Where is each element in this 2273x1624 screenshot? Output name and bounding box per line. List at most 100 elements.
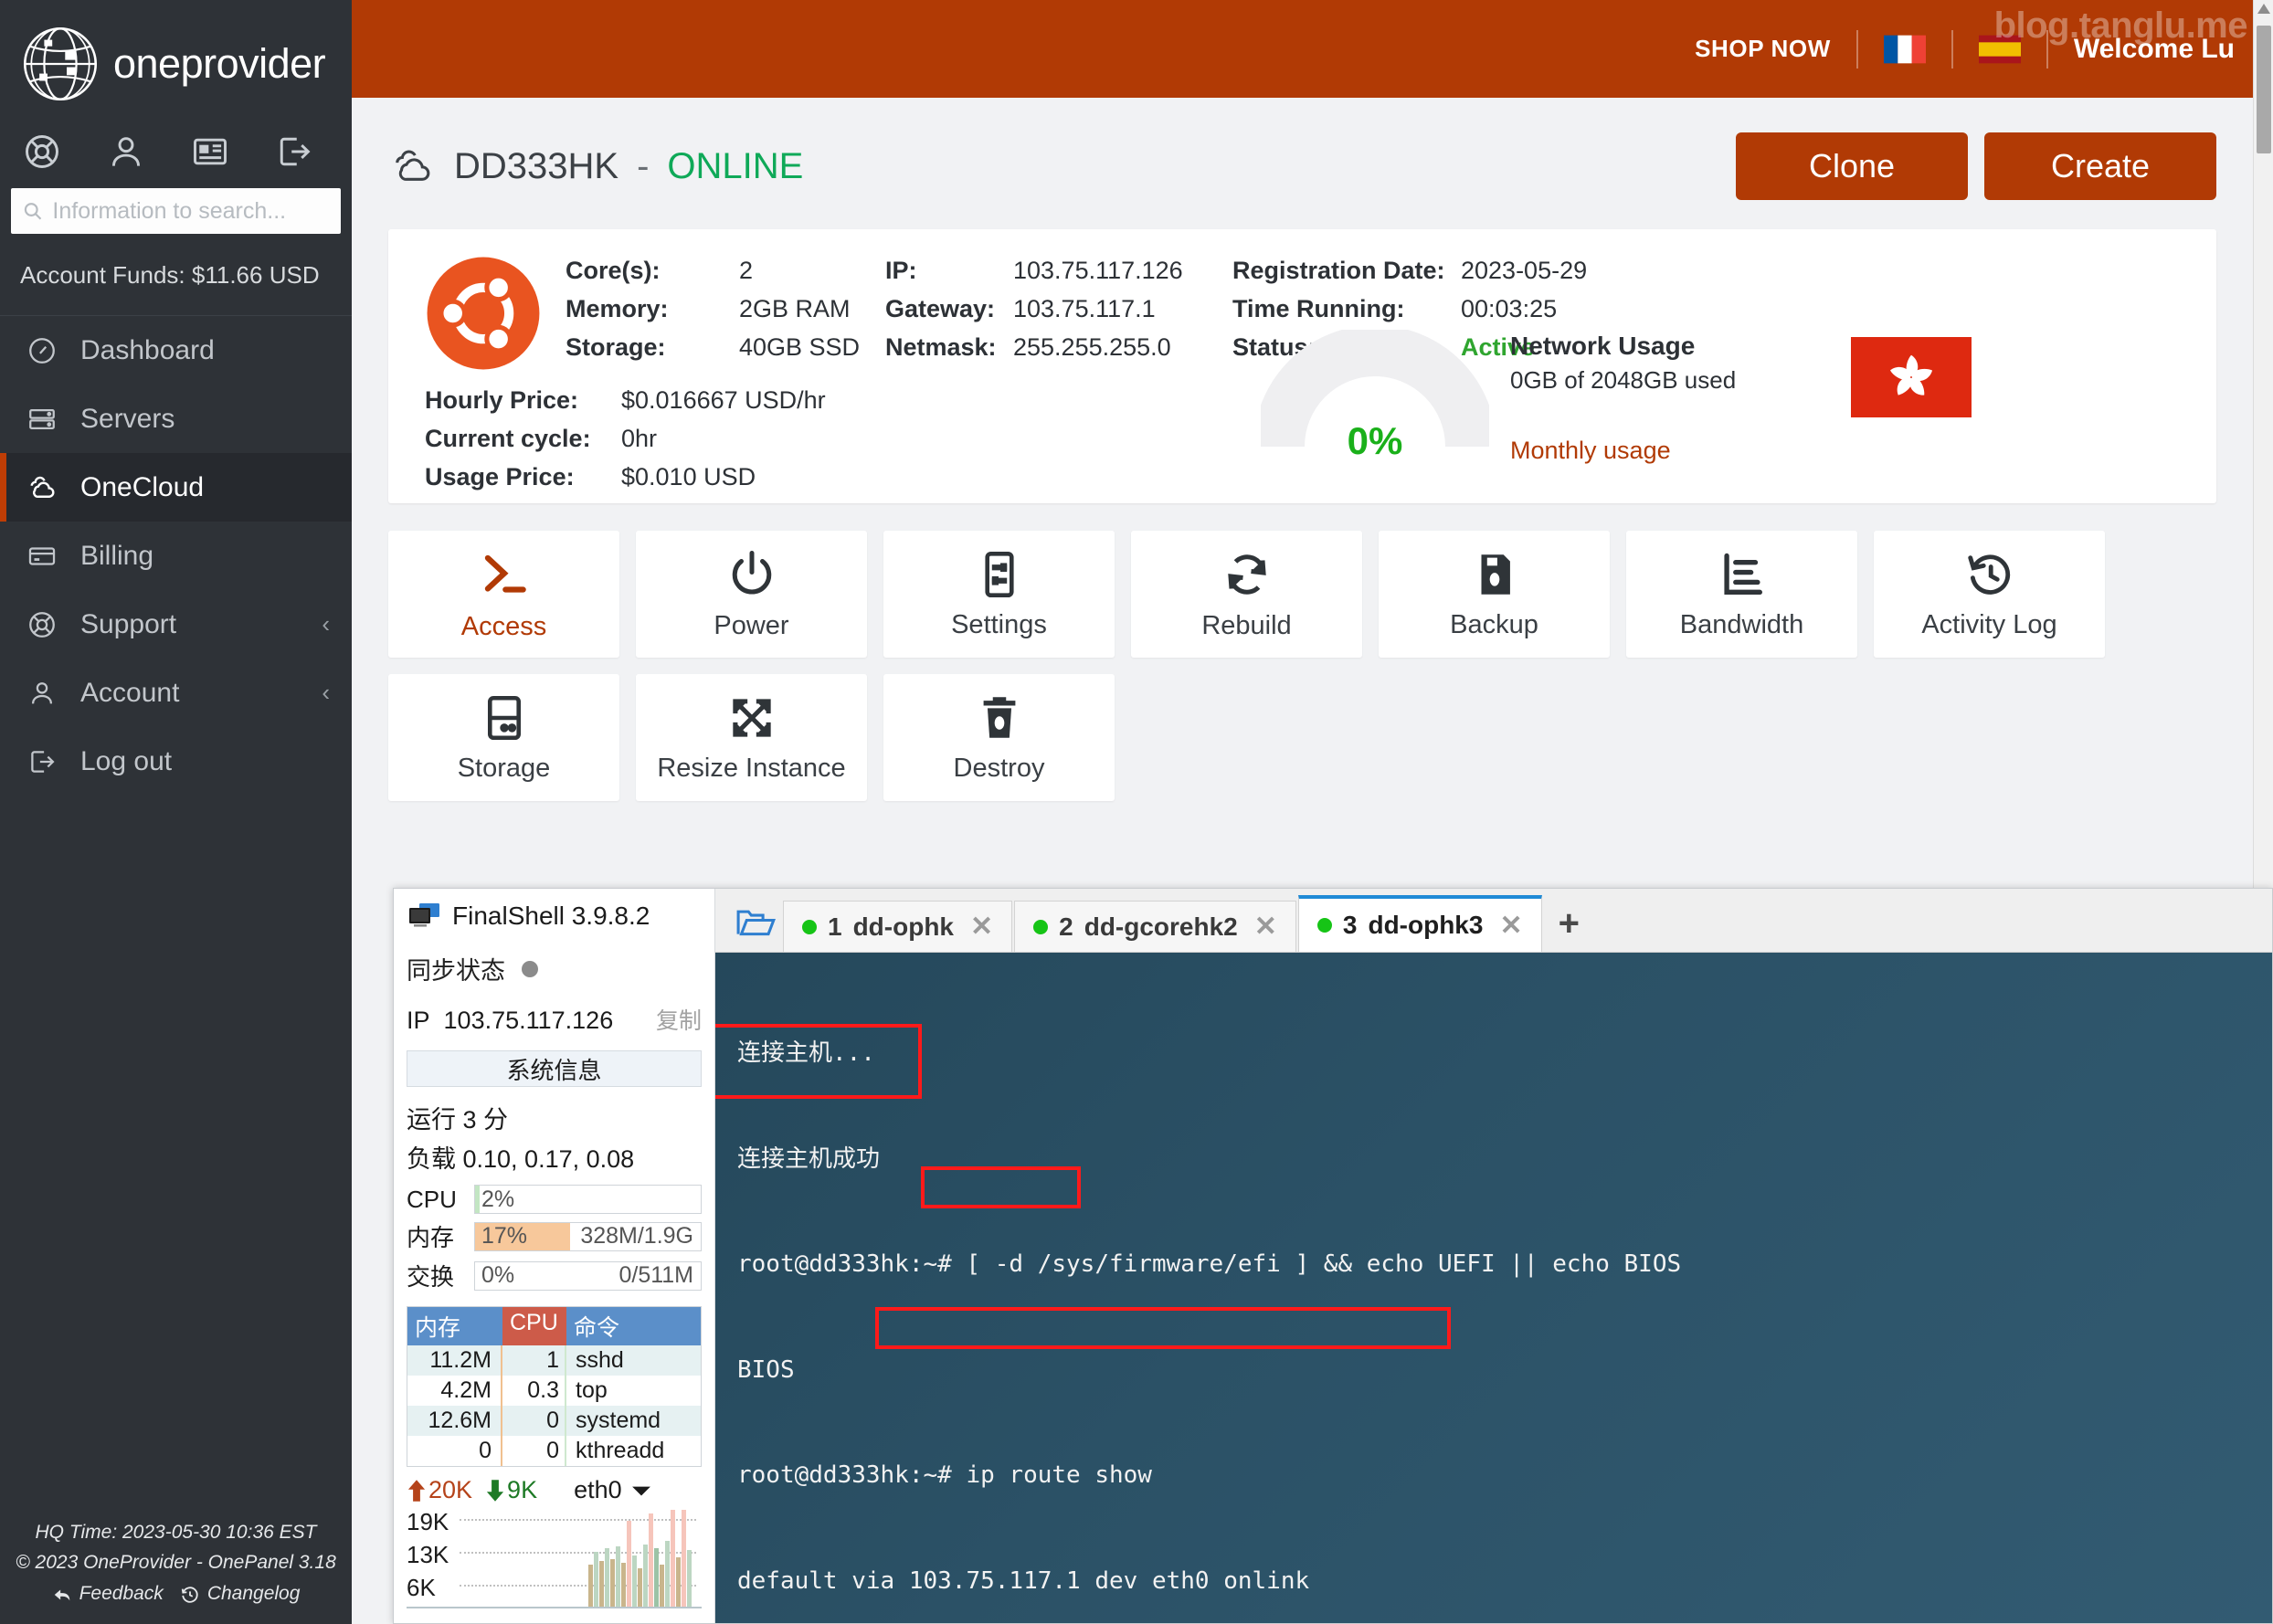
spec-row: Memory:2GB RAM [566,290,885,328]
history-clock-icon [1963,548,2016,601]
network-row: Netmask:255.255.255.0 [885,328,1232,366]
terminal-tab[interactable]: 2 dd-gcorehk2 ✕ [1014,901,1296,952]
terminal-prompt-icon [476,546,533,603]
tab-label: dd-gcorehk2 [1084,912,1238,942]
arrow-down-icon [485,1479,505,1503]
action-tiles: Access Storage Power [388,531,2216,801]
load-average-label: 负载 0.10, 0.17, 0.08 [394,1135,714,1182]
flag-spain-icon[interactable] [1979,35,2021,64]
tile-settings[interactable]: Settings [883,531,1115,658]
globe-logo-icon [20,24,100,104]
system-info-button[interactable]: 系统信息 [407,1050,702,1087]
sidebar-item-support[interactable]: Support ‹ [0,590,352,659]
table-row[interactable]: 11.2M 1 sshd [407,1345,701,1376]
terminal-tab-active[interactable]: 3 dd-ophk3 ✕ [1298,895,1542,952]
create-button[interactable]: Create [1984,132,2216,200]
sliders-icon [973,548,1026,601]
interface-selector[interactable]: eth0 [574,1476,651,1504]
terminal-output[interactable]: 连接主机... 连接主机成功 root@dd333hk:~# [ -d /sys… [715,953,2272,1623]
tile-rebuild[interactable]: Rebuild [1131,531,1362,658]
tile-backup[interactable]: Backup [1379,531,1610,658]
monthly-usage-link[interactable]: Monthly usage [1510,437,1736,465]
copy-button[interactable]: 复制 [656,1003,702,1036]
sidebar-item-account[interactable]: Account ‹ [0,659,352,727]
memory-percent: 17% [475,1223,527,1250]
highlight-box-inet [875,1307,1451,1349]
sidebar-item-dashboard[interactable]: Dashboard [0,316,352,385]
brand-logo[interactable]: oneprovider [0,0,352,124]
server-status: ONLINE [667,146,803,187]
sidebar-item-label: Account [80,678,301,709]
tile-power[interactable]: Power [636,531,867,658]
shop-now-link[interactable]: SHOP NOW [1669,35,1856,63]
network-usage-block: Network Usage 0GB of 2048GB used Monthly… [1510,332,1736,465]
chart-y-label: 13K [407,1541,449,1569]
tile-storage[interactable]: Storage [388,674,619,801]
download-rate: 9K [485,1476,537,1504]
spec-row: Storage:40GB SSD [566,328,885,366]
col-cpu: CPU [502,1307,566,1345]
account-icon[interactable] [84,132,168,172]
terminal-line: 连接主机成功 [737,1142,2272,1177]
scrollbar-thumb[interactable] [2257,26,2271,153]
arrow-up-icon [407,1479,427,1503]
close-icon[interactable]: ✕ [1499,910,1522,942]
table-row[interactable]: 4.2M 0.3 top [407,1376,701,1406]
logout-icon[interactable] [252,132,336,172]
tile-label: Settings [951,610,1047,640]
new-tab-button[interactable]: + [1544,903,1600,952]
tile-activity-log[interactable]: Activity Log [1874,531,2105,658]
welcome-label[interactable]: Welcome Lu [2048,34,2242,65]
tile-resize-instance[interactable]: Resize Instance [636,674,867,801]
cpu-label: CPU [407,1186,465,1214]
servers-icon [24,404,60,435]
sidebar-item-billing[interactable]: Billing [0,522,352,590]
ubuntu-logo-icon [425,255,542,372]
terminal-tab[interactable]: 1 dd-ophk ✕ [783,901,1012,952]
close-icon[interactable]: ✕ [970,911,993,943]
page-title: DD333HK - ONLINE [388,142,803,190]
finalshell-window: FinalShell 3.9.8.2 同步状态 IP 103.75.117.12… [393,888,2273,1624]
hard-drive-icon [478,691,531,744]
sidebar-item-onecloud[interactable]: OneCloud [0,453,352,522]
divider [1951,30,1953,69]
scroll-up-arrow-icon[interactable] [2257,4,2270,14]
sidebar-item-logout[interactable]: Log out [0,727,352,796]
terminal-tabbar: 1 dd-ophk ✕ 2 dd-gcorehk2 ✕ 3 dd-ophk3 ✕… [715,889,2272,953]
terminal-line: default via 103.75.117.1 dev eth0 onlink [737,1564,2272,1599]
tab-index: 1 [828,912,842,942]
swap-percent: 0% [475,1262,514,1289]
swap-label: 交换 [407,1259,465,1292]
changelog-link[interactable]: Changelog [180,1579,301,1609]
bar-chart-icon [1716,548,1769,601]
tile-bandwidth[interactable]: Bandwidth [1626,531,1857,658]
news-icon[interactable] [168,132,252,172]
gauge-percent: 0% [1261,419,1489,463]
resize-arrows-icon [725,691,778,744]
flag-france-icon[interactable] [1884,35,1926,64]
chevron-left-icon: ‹ [322,679,330,707]
floppy-disk-icon [1468,548,1521,601]
tile-destroy[interactable]: Destroy [883,674,1115,801]
clone-button[interactable]: Clone [1736,132,1968,200]
search-box[interactable] [11,188,341,234]
tab-status-dot [802,920,817,934]
sidebar-item-servers[interactable]: Servers [0,385,352,453]
table-row[interactable]: 12.6M 0 systemd [407,1406,701,1436]
memory-meter: 17% 328M/1.9G [474,1222,702,1251]
swap-meter-row: 交换 0% 0/511M [394,1256,714,1295]
open-folder-icon[interactable] [728,906,783,952]
search-input[interactable] [52,198,330,225]
tile-access[interactable]: Access [388,531,619,658]
feedback-link[interactable]: Feedback [52,1579,164,1609]
tile-label: Power [714,611,788,641]
table-row[interactable]: 0 0 kthreadd [407,1436,701,1466]
support-icon[interactable] [0,132,84,172]
finalshell-sidebar: FinalShell 3.9.8.2 同步状态 IP 103.75.117.12… [394,889,715,1623]
search-icon [22,199,43,223]
usage-gauge: 0% [1261,330,1489,485]
sidebar-item-label: Log out [80,746,330,777]
cloud-icon [388,142,436,190]
upload-rate: 20K [407,1476,472,1504]
close-icon[interactable]: ✕ [1254,911,1277,943]
